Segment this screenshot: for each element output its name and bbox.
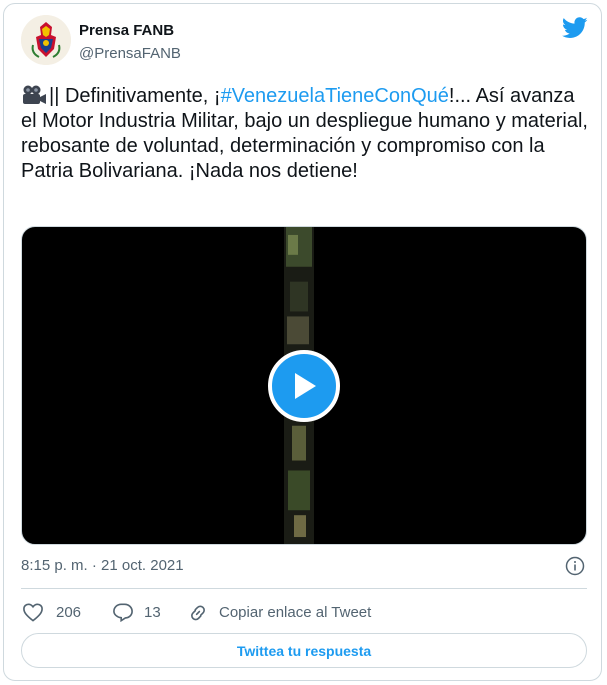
link-icon [191, 605, 205, 621]
fanb-emblem-icon [21, 15, 71, 65]
tweet-timestamp[interactable]: 8:15 p. m. · 21 oct. 2021 [21, 557, 184, 574]
video-player[interactable] [21, 226, 587, 545]
reply-button-label: Twittea tu respuesta [236, 642, 372, 659]
info-icon[interactable] [565, 556, 585, 576]
divider [21, 588, 587, 589]
like-count: 206 [56, 603, 82, 621]
heart-icon [23, 603, 43, 622]
hashtag-link[interactable]: #VenezuelaTieneConQué [221, 85, 449, 107]
reply-count: 13 [144, 603, 161, 621]
reply-count-button[interactable]: 13 [112, 600, 161, 624]
tweet-text: || Definitivamente, ¡#VenezuelaTieneConQ… [21, 84, 591, 184]
twitter-bird-icon[interactable] [562, 17, 588, 39]
like-button[interactable]: 206 [22, 600, 81, 624]
play-icon [295, 373, 316, 399]
reply-button[interactable]: Twittea tu respuesta [21, 633, 587, 668]
reply-bubble-icon [113, 603, 133, 622]
copy-link-label: Copiar enlace al Tweet [219, 603, 372, 621]
avatar[interactable] [21, 15, 71, 65]
play-button[interactable] [268, 350, 340, 422]
tweet-text-before: || Definitivamente, ¡ [49, 85, 221, 107]
copy-link-button[interactable]: Copiar enlace al Tweet [187, 600, 371, 624]
movie-camera-icon [21, 85, 47, 105]
author-handle[interactable]: @PrensaFANB [79, 45, 181, 62]
author-name[interactable]: Prensa FANB [79, 22, 174, 39]
